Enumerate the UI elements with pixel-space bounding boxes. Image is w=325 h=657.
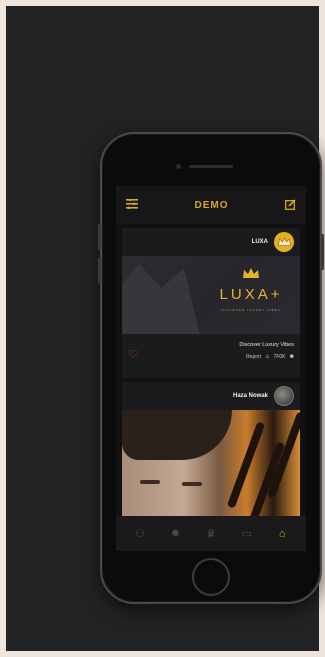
- report-link[interactable]: Report: [246, 354, 261, 360]
- tab-chat[interactable]: ▭: [235, 527, 259, 540]
- tab-home[interactable]: ⌂: [270, 528, 294, 540]
- crown-icon: [277, 237, 291, 246]
- post-header: Haza Nowak: [122, 382, 300, 410]
- volume-button: [98, 224, 101, 250]
- avatar[interactable]: [274, 232, 294, 252]
- person-icon: ⚉: [289, 354, 294, 360]
- app-title: DEMO: [194, 199, 229, 211]
- app-screen: DEMO LUXA LUXA+ DISCOVER LUXURY VIBES ♡ …: [116, 186, 306, 551]
- tab-crown[interactable]: ♛: [199, 527, 223, 540]
- banner-subtitle: DISCOVER LUXURY VIBES: [221, 308, 281, 312]
- speaker: [189, 165, 233, 168]
- camera: [176, 164, 181, 169]
- post-meta: Report ⚠ 7F0K ⚉: [246, 354, 294, 360]
- menu-icon[interactable]: [126, 198, 138, 211]
- warning-icon: ⚠: [265, 354, 270, 360]
- edit-icon[interactable]: [285, 198, 296, 212]
- tab-bar: ⚇ ✹ ♛ ▭ ⌂: [116, 516, 306, 551]
- post-footer: ♡ Discover Luxury Vibes Report ⚠ 7F0K ⚉: [122, 336, 300, 378]
- follower-count: 7F0K: [273, 354, 286, 360]
- power-button: [321, 234, 324, 270]
- crown-icon: [243, 268, 259, 278]
- post-caption: Discover Luxury Vibes: [239, 342, 294, 348]
- post-header: LUXA: [122, 228, 300, 256]
- post-author[interactable]: Haza Nowak: [233, 393, 268, 399]
- phone-frame: DEMO LUXA LUXA+ DISCOVER LUXURY VIBES ♡ …: [98, 132, 324, 604]
- photo-eye: [140, 480, 160, 484]
- photo-hair: [122, 410, 232, 460]
- post-card[interactable]: LUXA LUXA+ DISCOVER LUXURY VIBES ♡ Disco…: [122, 228, 300, 378]
- tab-profile[interactable]: ⚇: [128, 527, 152, 540]
- banner-title: LUXA+: [219, 286, 283, 303]
- photo-eye: [182, 482, 202, 486]
- heart-icon[interactable]: ♡: [128, 348, 138, 361]
- post-banner[interactable]: LUXA+ DISCOVER LUXURY VIBES: [122, 256, 300, 334]
- volume-button: [98, 258, 101, 284]
- luxa-logo: LUXA+ DISCOVER LUXURY VIBES: [206, 266, 296, 312]
- tab-settings[interactable]: ✹: [163, 527, 187, 540]
- avatar[interactable]: [274, 386, 294, 406]
- top-bar: DEMO: [116, 186, 306, 224]
- post-author[interactable]: LUXA: [252, 239, 268, 245]
- banner-graphic: [122, 264, 202, 334]
- home-button[interactable]: [192, 558, 230, 596]
